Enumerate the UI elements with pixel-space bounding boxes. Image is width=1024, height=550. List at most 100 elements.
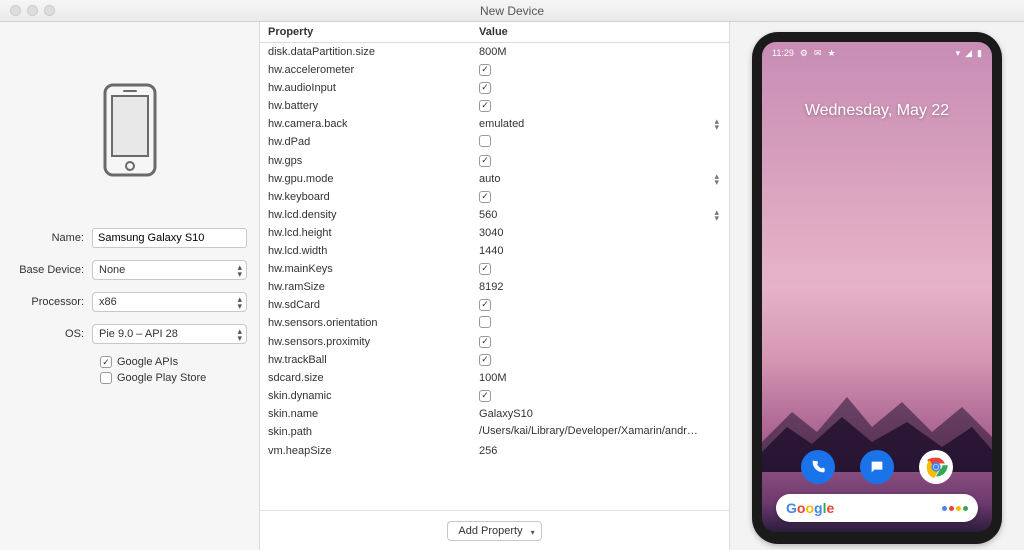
checkbox[interactable]: ✓: [479, 354, 491, 366]
processor-select[interactable]: x86▴▾: [92, 292, 247, 312]
checkbox[interactable]: ✓: [479, 191, 491, 203]
device-outline-icon: [102, 82, 158, 178]
table-row[interactable]: hw.lcd.height3040: [260, 224, 729, 242]
titlebar: New Device: [0, 0, 1024, 22]
google-search-bar: Google: [776, 494, 978, 522]
property-value[interactable]: [471, 314, 729, 333]
col-property-header[interactable]: Property: [260, 22, 471, 43]
property-value[interactable]: 8192: [471, 278, 729, 296]
checkbox[interactable]: ✓: [479, 390, 491, 402]
select-value: 560: [479, 209, 497, 221]
chevron-updown-icon: ▴▾: [237, 264, 242, 278]
property-table-container[interactable]: Property Value disk.dataPartition.size80…: [260, 22, 729, 510]
add-property-area: Add Property ▾: [260, 510, 729, 550]
property-value[interactable]: emulated▴▾: [471, 115, 729, 133]
chevron-down-icon: ▾: [531, 528, 535, 537]
property-value[interactable]: [471, 133, 729, 152]
os-select[interactable]: Pie 9.0 – API 28▴▾: [92, 324, 247, 344]
checkbox[interactable]: ✓: [479, 82, 491, 94]
base-device-select[interactable]: None▴▾: [92, 260, 247, 280]
property-name: hw.sensors.proximity: [260, 333, 471, 351]
property-value[interactable]: ✓: [471, 333, 729, 351]
status-time: 11:29: [772, 48, 794, 58]
chevron-updown-icon: ▴▾: [714, 118, 719, 130]
table-row[interactable]: hw.lcd.density 560 ▴▾: [260, 206, 729, 224]
table-row[interactable]: hw.ramSize8192: [260, 278, 729, 296]
table-row[interactable]: hw.trackBall ✓: [260, 351, 729, 369]
device-preview-frame: 11:29 ⚙ ✉ ★ ▾ ◢ ▮ Wednesday, May 22: [752, 32, 1002, 544]
checkbox[interactable]: [479, 316, 491, 328]
table-row[interactable]: vm.heapSize256: [260, 442, 729, 460]
col-value-header[interactable]: Value: [471, 22, 729, 43]
table-row[interactable]: hw.sdCard✓: [260, 296, 729, 314]
property-value[interactable]: 100M: [471, 369, 729, 387]
google-apis-checkbox[interactable]: ✓: [100, 356, 112, 368]
property-name: hw.battery: [260, 97, 471, 115]
checkbox[interactable]: [479, 135, 491, 147]
checkbox[interactable]: ✓: [479, 155, 491, 167]
checkbox[interactable]: ✓: [479, 336, 491, 348]
table-row[interactable]: skin.dynamic✓: [260, 387, 729, 405]
table-row[interactable]: hw.sensors.proximity ✓: [260, 333, 729, 351]
google-logo-icon: Google: [786, 500, 834, 516]
table-row[interactable]: skin.nameGalaxyS10: [260, 405, 729, 423]
property-value[interactable]: ✓: [471, 296, 729, 314]
property-value[interactable]: ✓: [471, 79, 729, 97]
table-row[interactable]: hw.mainKeys✓: [260, 260, 729, 278]
name-input[interactable]: [92, 228, 247, 248]
text-value: 100M: [479, 372, 507, 384]
property-name: skin.name: [260, 405, 471, 423]
play-store-label: Google Play Store: [117, 372, 206, 384]
phone-app-icon: [801, 450, 835, 484]
table-row[interactable]: sdcard.size100M: [260, 369, 729, 387]
property-name: hw.gps: [260, 152, 471, 170]
table-row[interactable]: hw.dPad: [260, 133, 729, 152]
property-value[interactable]: 3040: [471, 224, 729, 242]
chevron-updown-icon: ▴▾: [237, 328, 242, 342]
checkbox[interactable]: ✓: [479, 100, 491, 112]
os-label: OS:: [12, 328, 92, 340]
table-row[interactable]: disk.dataPartition.size800M: [260, 43, 729, 61]
table-row[interactable]: hw.gps ✓: [260, 152, 729, 170]
property-name: hw.lcd.density: [260, 206, 471, 224]
table-row[interactable]: hw.battery ✓: [260, 97, 729, 115]
property-value[interactable]: 560 ▴▾: [471, 206, 729, 224]
property-value[interactable]: /Users/kai/Library/Developer/Xamarin/and…: [471, 423, 729, 442]
property-value[interactable]: ✓: [471, 152, 729, 170]
table-row[interactable]: hw.gpu.modeauto▴▾: [260, 170, 729, 188]
messages-app-icon: [860, 450, 894, 484]
table-row[interactable]: hw.accelerometer✓: [260, 61, 729, 79]
property-name: hw.trackBall: [260, 351, 471, 369]
property-value[interactable]: ✓: [471, 351, 729, 369]
add-property-button[interactable]: Add Property ▾: [447, 521, 541, 541]
property-value[interactable]: ✓: [471, 97, 729, 115]
star-icon: ★: [827, 48, 835, 59]
table-row[interactable]: hw.keyboard ✓: [260, 188, 729, 206]
table-row[interactable]: skin.path/Users/kai/Library/Developer/Xa…: [260, 423, 729, 442]
property-name: hw.keyboard: [260, 188, 471, 206]
play-store-checkbox[interactable]: [100, 372, 112, 384]
checkbox[interactable]: ✓: [479, 64, 491, 76]
checkbox[interactable]: ✓: [479, 299, 491, 311]
property-value[interactable]: 1440: [471, 242, 729, 260]
property-value[interactable]: 256: [471, 442, 729, 460]
property-name: hw.camera.back: [260, 115, 471, 133]
chevron-updown-icon: ▴▾: [714, 209, 719, 221]
property-value[interactable]: GalaxyS10: [471, 405, 729, 423]
checkbox[interactable]: ✓: [479, 263, 491, 275]
table-row[interactable]: hw.sensors.orientation: [260, 314, 729, 333]
property-value[interactable]: 800M: [471, 43, 729, 61]
property-value[interactable]: auto▴▾: [471, 170, 729, 188]
property-name: hw.gpu.mode: [260, 170, 471, 188]
property-value[interactable]: ✓: [471, 260, 729, 278]
add-property-label: Add Property: [458, 525, 522, 537]
property-value[interactable]: ✓: [471, 188, 729, 206]
table-row[interactable]: hw.lcd.width1440: [260, 242, 729, 260]
property-value[interactable]: ✓: [471, 387, 729, 405]
property-value[interactable]: ✓: [471, 61, 729, 79]
table-row[interactable]: hw.camera.backemulated▴▾: [260, 115, 729, 133]
signal-icon: ◢: [965, 48, 972, 59]
table-row[interactable]: hw.audioInput✓: [260, 79, 729, 97]
message-icon: ✉: [814, 48, 822, 59]
status-bar: 11:29 ⚙ ✉ ★ ▾ ◢ ▮: [762, 46, 992, 60]
